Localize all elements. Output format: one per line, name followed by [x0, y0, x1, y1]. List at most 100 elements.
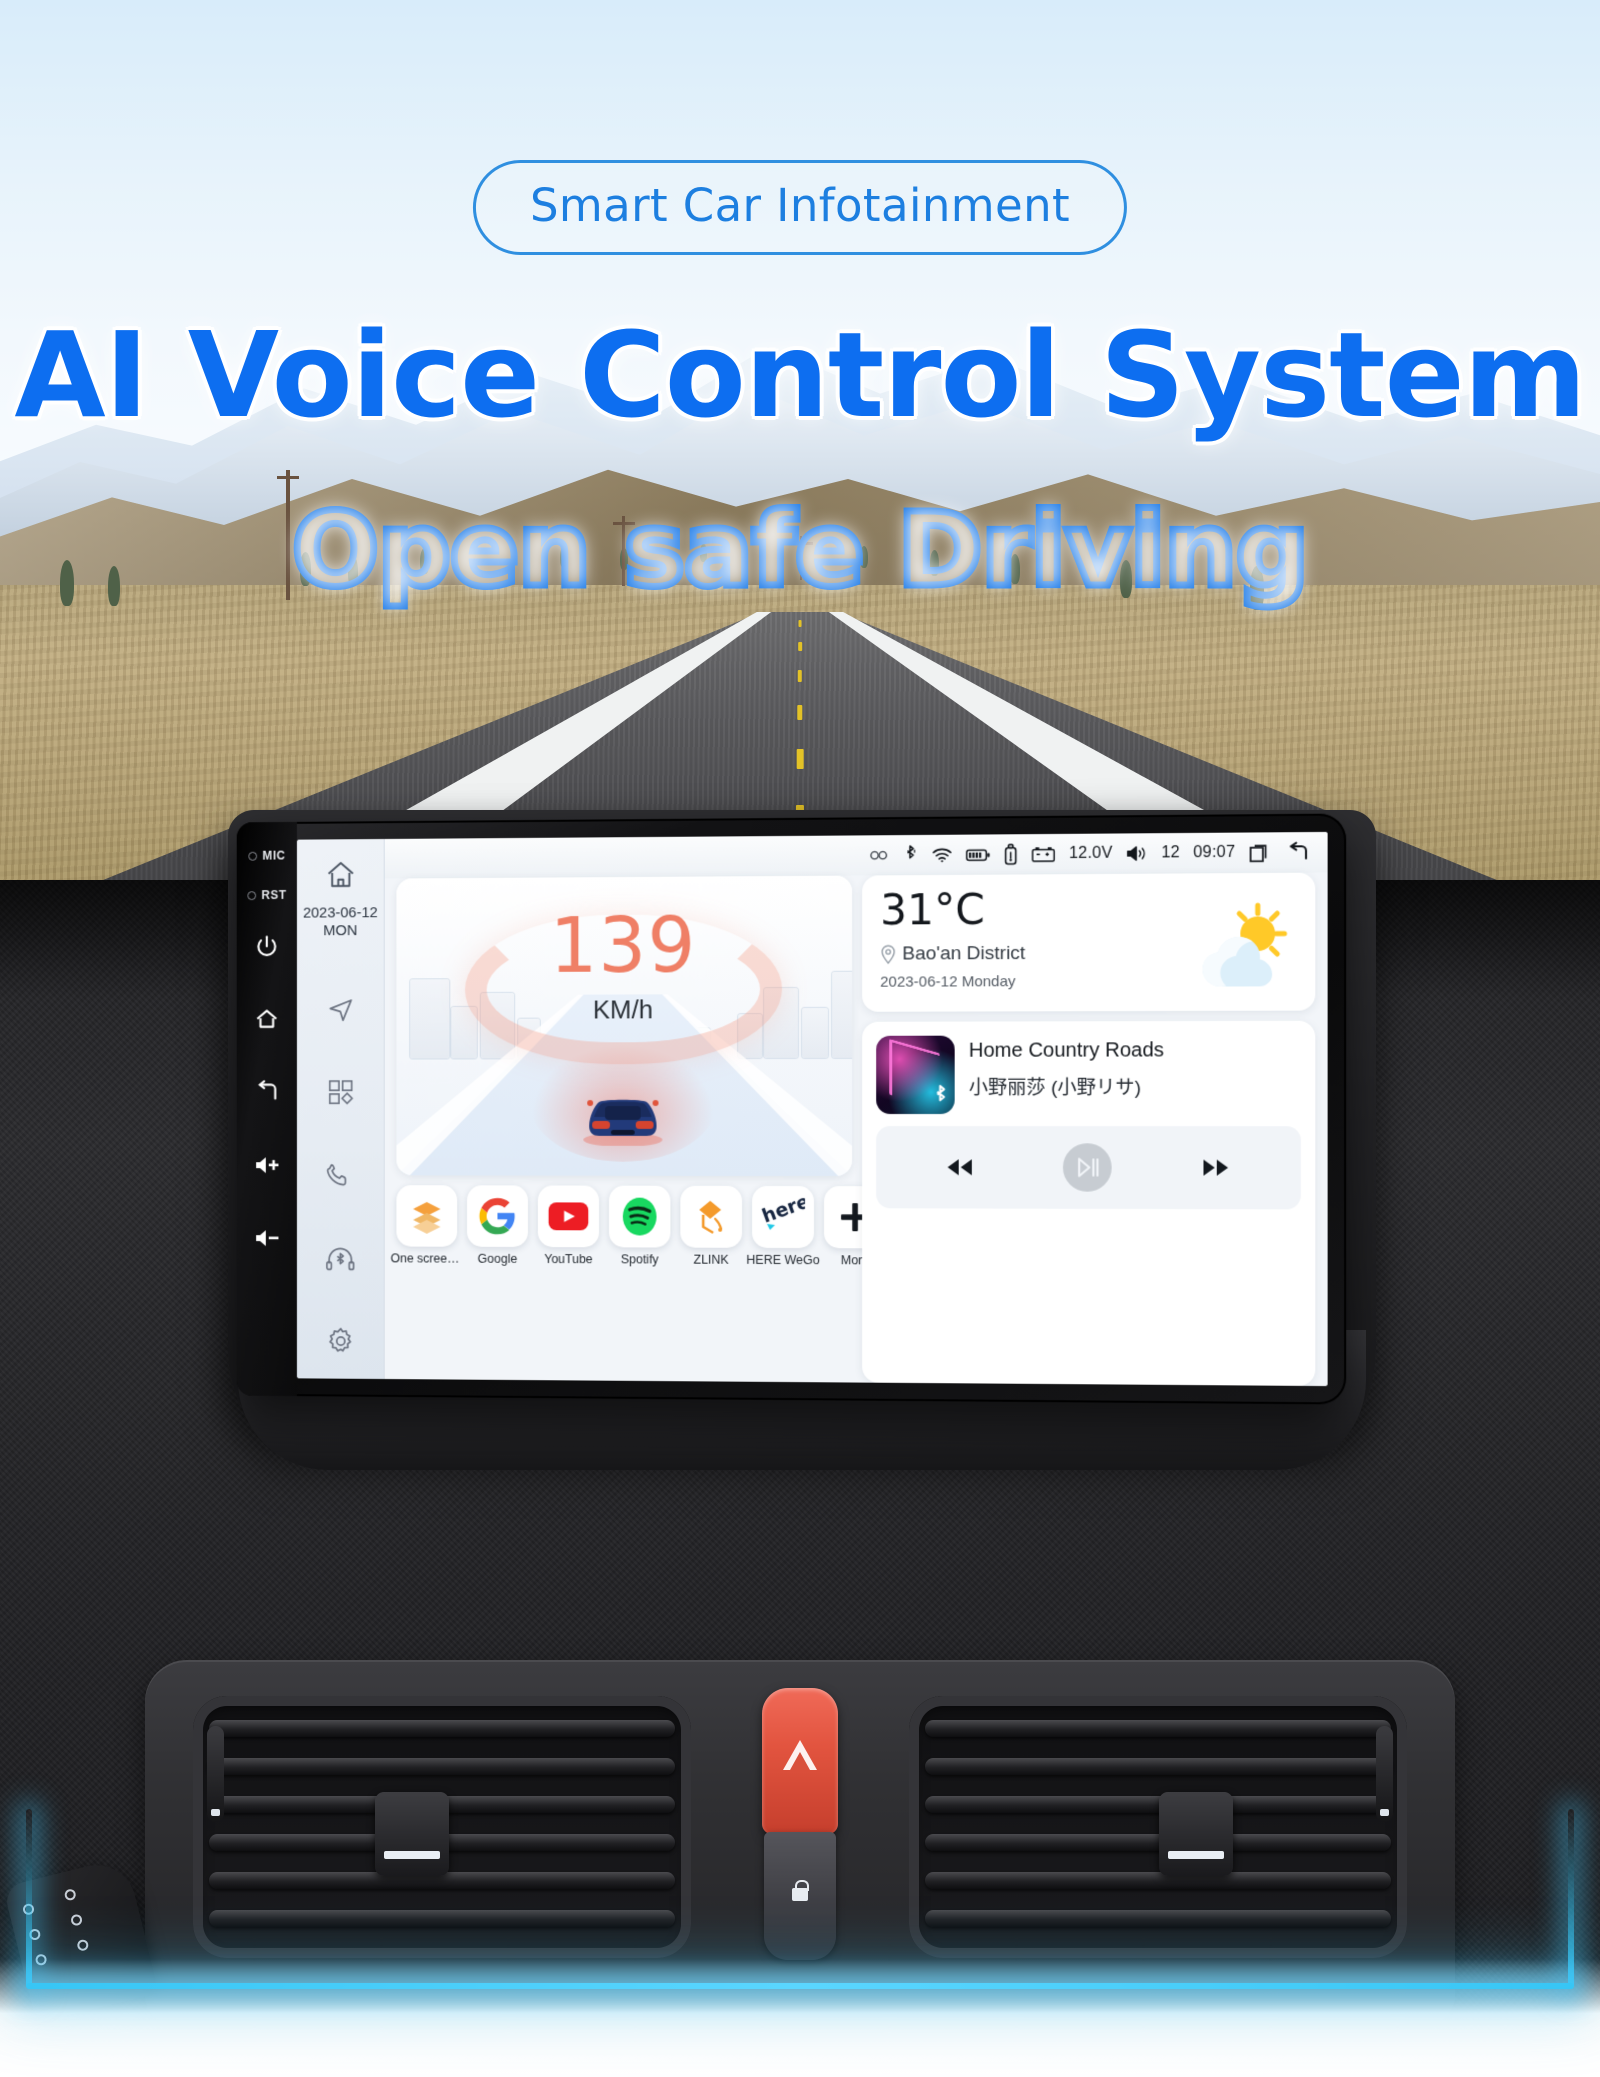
back-button[interactable] — [247, 1073, 286, 1112]
album-art — [876, 1036, 955, 1114]
battery-icon — [966, 847, 990, 862]
vent-slat — [925, 1834, 1391, 1851]
lock-icon — [792, 1888, 808, 1901]
sidebar-item-settings[interactable] — [317, 1317, 364, 1365]
ui-main: 12.0V 12 09:07 139 KM/h One screen in...… — [385, 832, 1328, 1386]
vent-slat — [209, 1758, 675, 1775]
now-playing: Home Country Roads 小野丽莎 (小野リサ) — [876, 1035, 1301, 1114]
reset-led-label: RST — [262, 888, 287, 902]
sidebar-item-navigation[interactable] — [317, 986, 364, 1034]
sidebar-item-phone[interactable] — [317, 1152, 364, 1200]
navigation-arrow-icon — [325, 994, 356, 1026]
air-vent-right[interactable] — [909, 1696, 1407, 1958]
play-pause-button[interactable] — [1063, 1143, 1112, 1191]
vent-direction-knob-left[interactable] — [375, 1792, 449, 1876]
bluetooth-icon — [931, 1085, 949, 1109]
recents-icon[interactable] — [1249, 841, 1272, 863]
weather-condition-icon — [1178, 899, 1291, 993]
vent-side-bar-right — [1376, 1726, 1393, 1822]
back-arrow-icon[interactable] — [1284, 841, 1311, 863]
bottom-fade — [0, 1959, 1600, 2077]
track-artist: 小野丽莎 (小野リサ) — [969, 1073, 1164, 1100]
app-tile[interactable] — [609, 1186, 670, 1248]
next-track-icon[interactable] — [1201, 1157, 1232, 1179]
sidebar-item-bluetooth-audio[interactable] — [317, 1234, 364, 1282]
app-label: Spotify — [621, 1252, 659, 1266]
vent-direction-knob-right[interactable] — [1159, 1792, 1233, 1876]
sun-behind-cloud-icon — [1178, 899, 1291, 993]
battery-voltage-value: 12.0V — [1069, 845, 1113, 863]
track-info: Home Country Roads 小野丽莎 (小野リサ) — [969, 1035, 1164, 1100]
power-button[interactable] — [247, 927, 286, 967]
speed-value: 139 — [396, 900, 852, 991]
app-label: ZLINK — [694, 1253, 729, 1267]
app-tile[interactable] — [538, 1185, 599, 1247]
power-icon — [254, 933, 279, 959]
reset-led-dot — [247, 891, 256, 900]
zlink-icon — [691, 1197, 731, 1237]
dock-item-here-wego[interactable]: here HERE WeGo — [752, 1186, 814, 1267]
app-tile[interactable] — [680, 1186, 742, 1248]
music-player-card[interactable]: Home Country Roads 小野丽莎 (小野リサ) — [862, 1021, 1315, 1386]
air-vent-left[interactable] — [193, 1696, 691, 1958]
usb-icon — [1003, 843, 1018, 865]
bluetooth-headset-icon — [324, 1242, 356, 1275]
central-lock-button[interactable] — [764, 1832, 836, 1960]
app-label: One screen in... — [391, 1251, 464, 1265]
sidebar-weekday-value: MON — [303, 922, 378, 940]
mic-led: MIC — [248, 848, 286, 864]
touchscreen-display[interactable]: 2023-06-12 MON 12.0V 12 09:07 139 KM/h O… — [297, 832, 1328, 1386]
gear-icon — [325, 1325, 356, 1357]
location-pin-icon — [880, 944, 896, 964]
vent-slat — [209, 1720, 675, 1737]
home-icon — [254, 1006, 279, 1032]
app-dock: One screen in... Google YouTube Spotify … — [396, 1175, 852, 1273]
sidebar-item-apps[interactable] — [317, 1069, 364, 1116]
dock-item-youtube[interactable]: YouTube — [538, 1185, 599, 1266]
here-wego-icon: here — [761, 1197, 805, 1237]
app-tile[interactable] — [396, 1185, 457, 1247]
volume-level-value: 12 — [1161, 844, 1180, 862]
volume-down-button[interactable] — [247, 1218, 286, 1258]
car-rear-icon — [575, 1080, 670, 1146]
home-button[interactable] — [247, 1000, 286, 1040]
volume-up-button[interactable] — [247, 1145, 286, 1184]
previous-track-icon[interactable] — [944, 1156, 974, 1178]
page-title: AI Voice Control System — [0, 316, 1600, 434]
vent-side-bar-left — [207, 1726, 224, 1822]
dock-item-spotify[interactable]: Spotify — [609, 1186, 670, 1267]
glow-border-left — [26, 1809, 32, 1989]
hazard-lock-column — [754, 1688, 846, 1988]
weather-card[interactable]: 31°C Bao'an District 2023-06-12 Monday — [862, 873, 1315, 1012]
dock-item-zlink[interactable]: ZLINK — [680, 1186, 742, 1267]
vent-slat — [925, 1872, 1391, 1889]
app-tile[interactable] — [467, 1185, 528, 1247]
dock-item-google[interactable]: Google — [467, 1185, 528, 1266]
sidebar-item-home[interactable] — [317, 851, 364, 899]
hud-car-illustration — [575, 1080, 670, 1146]
home-content: 139 KM/h One screen in... Google YouTube… — [385, 873, 1328, 1387]
mic-led-label: MIC — [263, 849, 286, 863]
sidebar-date: 2023-06-12 MON — [303, 904, 378, 941]
mic-led-dot — [248, 851, 257, 860]
vent-slat — [925, 1720, 1391, 1737]
transport-controls — [876, 1126, 1301, 1209]
dock-item-one-screen[interactable]: One screen in... — [396, 1185, 457, 1265]
weather-location: Bao'an District — [902, 943, 1025, 966]
app-label: HERE WeGo — [746, 1253, 819, 1267]
google-icon — [478, 1196, 517, 1236]
hazard-lights-button[interactable] — [762, 1688, 838, 1834]
speed-hud-card[interactable]: 139 KM/h — [396, 876, 852, 1177]
hazard-triangle-icon — [783, 1740, 817, 1770]
product-badge: Smart Car Infotainment — [473, 160, 1127, 255]
track-title: Home Country Roads — [969, 1039, 1164, 1062]
app-label: YouTube — [544, 1252, 593, 1266]
reset-led[interactable]: RST — [247, 887, 287, 903]
status-bar: 12.0V 12 09:07 — [385, 832, 1328, 879]
volume-icon — [1126, 844, 1148, 862]
vent-slat — [925, 1796, 1391, 1813]
app-tile[interactable]: here — [752, 1186, 814, 1248]
phone-icon — [325, 1160, 355, 1191]
left-column: 139 KM/h One screen in... Google YouTube… — [396, 876, 852, 1383]
youtube-icon — [548, 1200, 589, 1232]
